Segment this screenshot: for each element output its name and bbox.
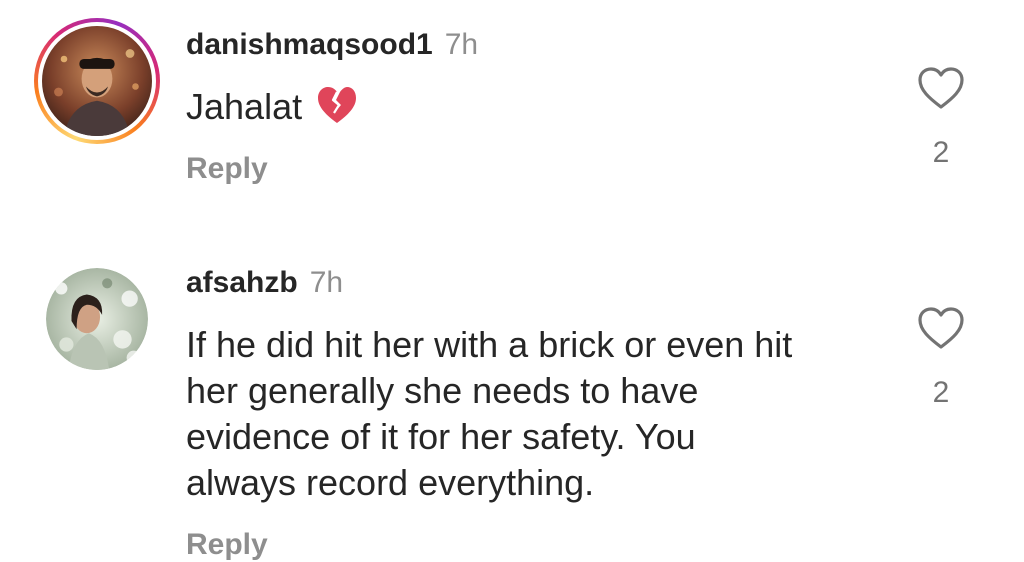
like-count[interactable]: 2 [911,376,971,410]
comment-header: danishmaqsood1 7h [186,28,478,62]
like-button[interactable]: 2 [911,66,971,170]
reply-button[interactable]: Reply [186,152,268,186]
comment-item: afsahzb 7h If he did hit her with a brick… [0,230,1024,562]
timestamp[interactable]: 7h [310,266,343,299]
like-count[interactable]: 2 [911,136,971,170]
comment-body: Jahalat [186,86,303,127]
comment-header: afsahzb 7h [186,266,343,300]
comment-line: always record everything. [186,462,595,503]
heart-outline-icon [918,307,964,349]
avatar[interactable] [34,18,160,144]
username[interactable]: danishmaqsood1 [186,28,433,61]
comment-text: If he did hit her with a brick or even h… [186,322,792,506]
comment-line: If he did hit her with a brick or even h… [186,324,793,365]
comment-text: Jahalat [186,84,358,136]
comment-line: evidence of it for her safety. You [186,416,696,457]
female-avatar-photo-icon [46,268,148,370]
broken-heart-icon [316,85,358,136]
like-button[interactable]: 2 [911,306,971,410]
avatar[interactable] [46,268,148,370]
timestamp[interactable]: 7h [445,28,478,61]
comment-item: danishmaqsood1 7h Jahalat Reply 2 [0,0,1024,230]
username[interactable]: afsahzb [186,266,298,299]
comment-line: her generally she needs to have [186,370,699,411]
reply-button[interactable]: Reply [186,528,268,562]
male-avatar-photo-icon [42,26,152,136]
heart-outline-icon [918,67,964,109]
